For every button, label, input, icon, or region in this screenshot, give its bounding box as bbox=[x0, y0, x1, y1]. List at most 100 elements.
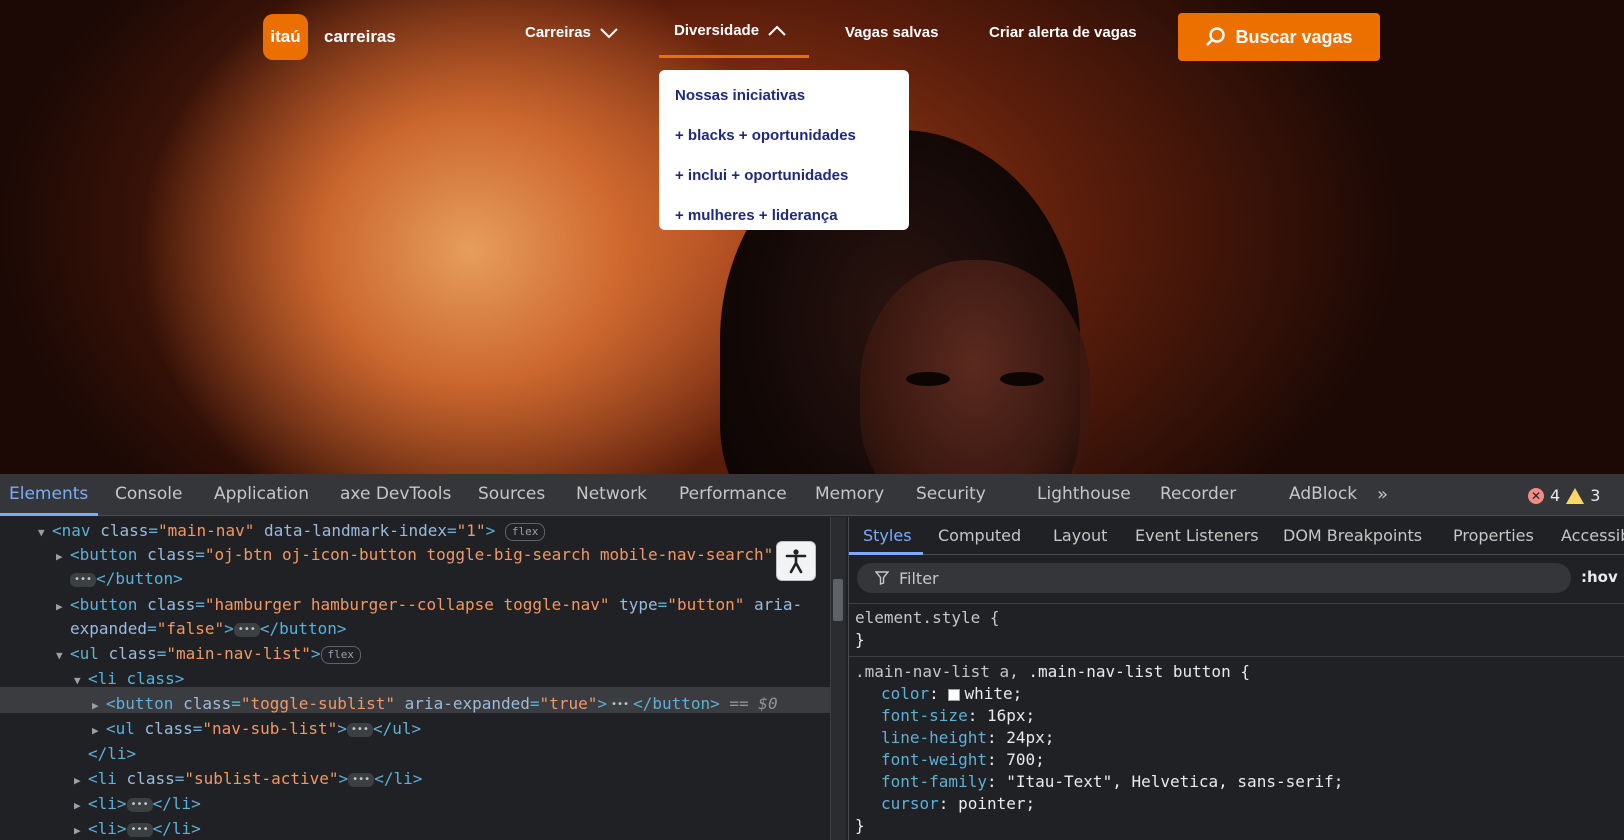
css-prop-font-size[interactable]: font-size: 16px; bbox=[855, 705, 1624, 727]
flex-badge[interactable]: flex bbox=[320, 645, 362, 664]
collapsed-content-icon[interactable]: ••• bbox=[346, 722, 373, 737]
expand-triangle-icon: ▶ bbox=[74, 774, 81, 787]
styles-filter-input[interactable]: Filter bbox=[857, 563, 1571, 593]
collapsed-content-icon[interactable]: ••• bbox=[607, 697, 634, 712]
chevron-down-icon bbox=[600, 27, 618, 38]
nav-criar-alerta-label: Criar alerta de vagas bbox=[989, 24, 1137, 41]
element-style-close: } bbox=[855, 630, 865, 649]
nav-criar-alerta[interactable]: Criar alerta de vagas bbox=[989, 24, 1137, 41]
css-prop-color[interactable]: color: white; bbox=[855, 683, 1624, 705]
buscar-vagas-button[interactable]: Buscar vagas bbox=[1178, 13, 1380, 61]
nav-active-indicator bbox=[659, 55, 809, 58]
dom-node-hamburger-button-cont[interactable]: expanded="false"> ••• </button> bbox=[70, 617, 347, 641]
dropdown-item-nossas-iniciativas[interactable]: Nossas iniciativas bbox=[659, 76, 909, 116]
dom-node-li-close[interactable]: </li> bbox=[88, 742, 136, 766]
dom-node-li[interactable]: ▼ <li class> bbox=[74, 667, 184, 691]
brand-name[interactable]: carreiras bbox=[324, 27, 396, 47]
tab-adblock[interactable]: AdBlock bbox=[1289, 484, 1357, 504]
tab-recorder[interactable]: Recorder bbox=[1160, 484, 1236, 504]
diversidade-dropdown: Nossas iniciativas + blacks + oportunida… bbox=[659, 70, 909, 230]
tab-layout[interactable]: Layout bbox=[1053, 526, 1107, 545]
elements-scroll-thumb[interactable] bbox=[833, 579, 843, 621]
dropdown-item-inclui[interactable]: + inclui + oportunidades bbox=[659, 156, 909, 196]
logo-text: itaú bbox=[270, 27, 301, 46]
tab-accessibility[interactable]: Accessibility bbox=[1561, 526, 1624, 545]
tab-properties[interactable]: Properties bbox=[1453, 526, 1534, 545]
warning-icon bbox=[1566, 487, 1585, 504]
elements-dom-tree[interactable]: ▼ <nav class="main-nav" data-landmark-ind… bbox=[0, 517, 830, 840]
styles-tab-indicator bbox=[849, 552, 923, 555]
dom-node-li-3[interactable]: ▶ <li> ••• </li> bbox=[74, 817, 201, 840]
tab-lighthouse[interactable]: Lighthouse bbox=[1037, 484, 1131, 504]
styles-divider bbox=[849, 656, 1624, 657]
collapsed-content-icon[interactable]: ••• bbox=[348, 772, 375, 787]
main-nav-list-rule[interactable]: .main-nav-list a, .main-nav-list button … bbox=[849, 661, 1624, 837]
expand-triangle-icon: ▶ bbox=[56, 600, 63, 613]
itau-logo[interactable]: itaú bbox=[263, 14, 308, 60]
tab-network[interactable]: Network bbox=[576, 484, 647, 504]
tab-sources[interactable]: Sources bbox=[478, 484, 545, 504]
element-style-rule[interactable]: element.style { } bbox=[849, 607, 1624, 651]
rule-selector: .main-nav-list a, .main-nav-list button … bbox=[855, 662, 1250, 681]
dom-node-nav[interactable]: ▼ <nav class="main-nav" data-landmark-ind… bbox=[38, 519, 546, 543]
devtools-panel: Elements Console Application axe DevTool… bbox=[0, 474, 1624, 840]
collapsed-content-icon[interactable]: ••• bbox=[126, 797, 153, 812]
tab-event-listeners[interactable]: Event Listeners bbox=[1135, 526, 1259, 545]
hero-eye-right bbox=[1000, 372, 1044, 386]
rule-close-brace: } bbox=[855, 816, 865, 835]
dom-node-toggle-sublist[interactable]: ▶ <button class="toggle-sublist" aria-exp… bbox=[92, 692, 778, 716]
elements-scrollbar[interactable] bbox=[830, 517, 846, 840]
nav-carreiras[interactable]: Carreiras bbox=[525, 24, 619, 41]
tab-security[interactable]: Security bbox=[916, 484, 986, 504]
collapsed-content-icon[interactable]: ••• bbox=[70, 572, 97, 587]
dropdown-item-mulheres[interactable]: + mulheres + liderança bbox=[659, 196, 909, 236]
nav-vagas-salvas[interactable]: Vagas salvas bbox=[845, 24, 938, 41]
collapse-triangle-icon: ▼ bbox=[56, 649, 63, 662]
chevron-up-icon bbox=[768, 25, 786, 36]
flex-badge[interactable]: flex bbox=[504, 522, 546, 541]
more-tabs-icon[interactable]: » bbox=[1377, 484, 1388, 505]
tab-dom-breakpoints[interactable]: DOM Breakpoints bbox=[1283, 526, 1422, 545]
collapsed-content-icon[interactable]: ••• bbox=[126, 822, 153, 837]
nav-carreiras-label: Carreiras bbox=[525, 24, 591, 41]
tab-memory[interactable]: Memory bbox=[815, 484, 884, 504]
filter-icon bbox=[875, 571, 889, 585]
tab-styles[interactable]: Styles bbox=[863, 526, 912, 545]
tab-computed[interactable]: Computed bbox=[938, 526, 1021, 545]
tab-application[interactable]: Application bbox=[214, 484, 309, 504]
dom-node-li-sublist-active[interactable]: ▶ <li class="sublist-active"> ••• </li> bbox=[74, 767, 422, 791]
css-prop-font-family[interactable]: font-family: "Itau-Text", Helvetica, san… bbox=[855, 771, 1624, 793]
css-prop-line-height[interactable]: line-height: 24px; bbox=[855, 727, 1624, 749]
nav-vagas-salvas-label: Vagas salvas bbox=[845, 24, 939, 41]
tab-elements[interactable]: Elements bbox=[9, 484, 88, 504]
dom-node-nav-sub-list[interactable]: ▶ <ul class="nav-sub-list"> ••• </ul> bbox=[92, 717, 421, 741]
color-swatch-icon[interactable] bbox=[948, 688, 961, 701]
css-prop-cursor[interactable]: cursor: pointer; bbox=[855, 793, 1624, 815]
css-prop-font-weight[interactable]: font-weight: 700; bbox=[855, 749, 1624, 771]
collapsed-content-icon[interactable]: ••• bbox=[233, 622, 260, 637]
accessibility-button[interactable] bbox=[776, 541, 816, 581]
warning-count: 3 bbox=[1590, 486, 1601, 505]
dom-node-search-button[interactable]: ▶ <button class="oj-btn oj-icon-button to… bbox=[56, 543, 773, 567]
dom-node-li-2[interactable]: ▶ <li> ••• </li> bbox=[74, 792, 201, 816]
expand-triangle-icon: ▶ bbox=[92, 699, 99, 712]
hov-toggle[interactable]: :hov bbox=[1581, 568, 1618, 586]
dom-node-search-button-close[interactable]: ••• </button> bbox=[70, 567, 183, 591]
styles-tab-bar: Styles Computed Layout Event Listeners D… bbox=[849, 517, 1624, 555]
nav-diversidade-label: Diversidade bbox=[674, 22, 760, 39]
error-count: 4 bbox=[1550, 486, 1561, 505]
website-viewport: itaú carreiras Carreiras Diversidade Vag… bbox=[0, 0, 1624, 474]
expand-triangle-icon: ▶ bbox=[74, 824, 81, 837]
styles-divider bbox=[849, 603, 1624, 604]
dropdown-item-blacks[interactable]: + blacks + oportunidades bbox=[659, 116, 909, 156]
expand-triangle-icon: ▶ bbox=[74, 799, 81, 812]
issues-counter[interactable]: ✕ 4 3 bbox=[1528, 486, 1600, 505]
dom-node-hamburger-button[interactable]: ▶ <button class="hamburger hamburger--col… bbox=[56, 593, 802, 617]
tab-performance[interactable]: Performance bbox=[679, 484, 787, 504]
collapse-triangle-icon: ▼ bbox=[38, 526, 45, 539]
selected-marker: == $0 bbox=[729, 694, 778, 713]
dom-node-main-nav-list[interactable]: ▼ <ul class="main-nav-list"> flex bbox=[56, 642, 362, 666]
tab-console[interactable]: Console bbox=[115, 484, 183, 504]
tab-axe-devtools[interactable]: axe DevTools bbox=[340, 484, 451, 504]
nav-diversidade[interactable]: Diversidade bbox=[674, 22, 787, 39]
